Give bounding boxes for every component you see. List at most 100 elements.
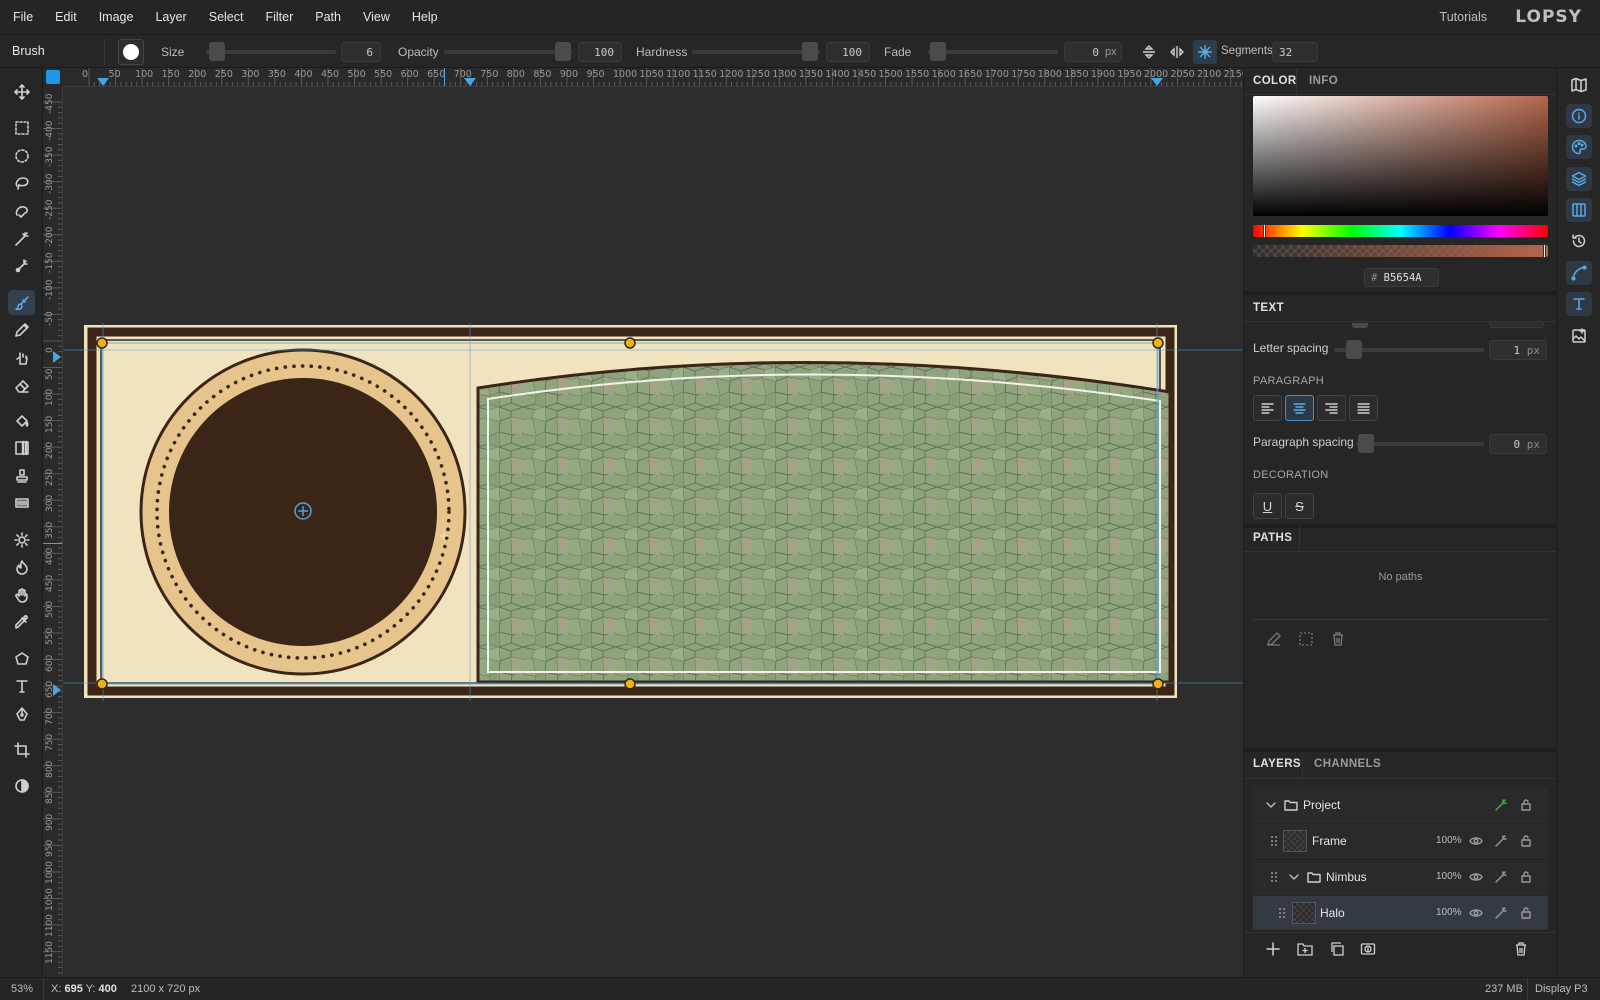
smudge-tool-icon[interactable] [8,345,35,370]
layer-row-frame[interactable]: Frame 100% [1253,824,1548,858]
magic-wand-tool-icon[interactable] [8,226,35,251]
alpha-slider-thumb[interactable] [1543,244,1546,258]
handle-top-right[interactable] [1152,337,1164,349]
color-profile[interactable]: Display P3 [1535,983,1588,995]
shape-tool-icon[interactable] [8,646,35,671]
path-edit-icon[interactable] [1266,631,1282,650]
paragraph-spacing-slider[interactable] [1356,442,1484,446]
eraser-tool-icon[interactable] [8,373,35,398]
tab-info[interactable]: INFO [1309,75,1338,87]
canvas-viewport[interactable] [63,87,1243,977]
menu-file[interactable]: File [0,10,44,24]
effects-icon[interactable] [1494,834,1508,848]
add-group-icon[interactable] [1297,941,1313,960]
burn-tool-icon[interactable] [8,554,35,579]
hardness-slider-thumb[interactable] [802,42,818,61]
add-layer-icon[interactable] [1265,941,1281,960]
pen-tool-icon[interactable] [8,701,35,726]
size-input[interactable]: 6 [341,42,381,62]
menu-help[interactable]: Help [401,10,449,24]
handle-bottom-center[interactable] [624,678,636,690]
eye-icon[interactable] [1469,906,1483,920]
hardness-input[interactable]: 100 [826,42,870,62]
drag-handle-icon[interactable] [1275,906,1289,920]
color-saturation-field[interactable] [1253,96,1548,216]
tab-layers[interactable]: LAYERS [1253,758,1301,770]
alpha-slider[interactable] [1253,244,1548,258]
paragraph-spacing-input[interactable]: 0 px [1489,434,1547,454]
guide-marker-right[interactable] [1151,78,1163,86]
text-tool-icon[interactable] [8,673,35,698]
delete-layer-icon[interactable] [1513,941,1529,960]
path-to-selection-icon[interactable] [1298,631,1314,650]
handle-bottom-right[interactable] [1152,678,1164,690]
opacity-slider-thumb[interactable] [555,42,571,61]
brush-tool-icon[interactable] [8,290,35,315]
lasso-tool-icon[interactable] [8,170,35,195]
paragraph-spacing-thumb[interactable] [1358,434,1374,453]
fade-slider[interactable] [928,50,1058,54]
partial-slider-thumb[interactable] [1352,323,1368,328]
move-tool-icon[interactable] [8,79,35,104]
fade-slider-thumb[interactable] [930,42,946,61]
letter-spacing-thumb[interactable] [1346,340,1362,359]
lock-icon[interactable] [1519,798,1533,812]
color-palette-icon[interactable] [1566,135,1592,159]
tutorials-link[interactable]: Tutorials [1440,10,1487,24]
effects-icon[interactable] [1494,906,1508,920]
menu-path[interactable]: Path [304,10,352,24]
text-panel-icon[interactable] [1566,292,1592,316]
lock-icon[interactable] [1519,870,1533,884]
hardness-slider[interactable] [692,50,820,54]
rect-select-tool-icon[interactable] [8,115,35,140]
layer-opacity[interactable]: 100% [1436,835,1462,846]
symmetry-radial-icon[interactable] [1193,40,1217,64]
symmetry-vertical-icon[interactable] [1140,43,1160,61]
layer-row-project[interactable]: Project [1253,788,1548,822]
menu-select[interactable]: Select [198,10,255,24]
layer-opacity[interactable]: 100% [1436,871,1462,882]
underline-button[interactable]: U [1253,493,1282,519]
layer-opacity[interactable]: 100% [1436,907,1462,918]
horizontal-ruler[interactable]: 0 50 100 150 200 250 300 350 400 450 500 550 600 650 7… [63,68,1243,87]
layers-icon[interactable] [1566,167,1592,191]
path-delete-icon[interactable] [1330,631,1346,650]
drag-handle-icon[interactable] [1267,870,1281,884]
pattern-tool-icon[interactable] [8,490,35,515]
guide-marker-top[interactable] [53,351,61,363]
gradient-tool-icon[interactable] [8,435,35,460]
effects-icon[interactable] [1494,798,1508,812]
hue-slider[interactable] [1253,224,1548,238]
menu-layer[interactable]: Layer [144,10,197,24]
hex-input[interactable]: # B5654A [1364,268,1439,287]
bucket-tool-icon[interactable] [8,408,35,433]
stamp-tool-icon[interactable] [8,463,35,488]
contrast-tool-icon[interactable] [8,773,35,798]
opacity-input[interactable]: 100 [578,42,622,62]
eye-icon[interactable] [1469,834,1483,848]
info-icon[interactable] [1566,104,1592,128]
artboard[interactable] [84,325,1177,698]
hue-slider-thumb[interactable] [1263,224,1266,238]
size-slider[interactable] [206,50,336,54]
lock-icon[interactable] [1519,834,1533,848]
handle-top-center[interactable] [624,337,636,349]
eye-icon[interactable] [1469,870,1483,884]
pencil-tool-icon[interactable] [8,317,35,342]
layer-mask-icon[interactable] [1360,941,1376,960]
dodge-tool-icon[interactable] [8,527,35,552]
magnetic-lasso-tool-icon[interactable] [8,198,35,223]
chevron-down-icon[interactable] [1264,798,1278,812]
drag-handle-icon[interactable] [1267,834,1281,848]
size-slider-thumb[interactable] [209,42,225,61]
align-right-button[interactable] [1317,395,1346,421]
segments-input[interactable]: 32 [1272,42,1318,62]
align-justify-button[interactable] [1349,395,1378,421]
menu-image[interactable]: Image [88,10,145,24]
chevron-down-icon[interactable] [1287,870,1301,884]
menu-filter[interactable]: Filter [254,10,304,24]
handle-bottom-left[interactable] [96,678,108,690]
layer-row-halo[interactable]: Halo 100% [1253,896,1548,930]
image-adjust-icon[interactable] [1566,324,1592,348]
align-center-button[interactable] [1285,395,1314,421]
